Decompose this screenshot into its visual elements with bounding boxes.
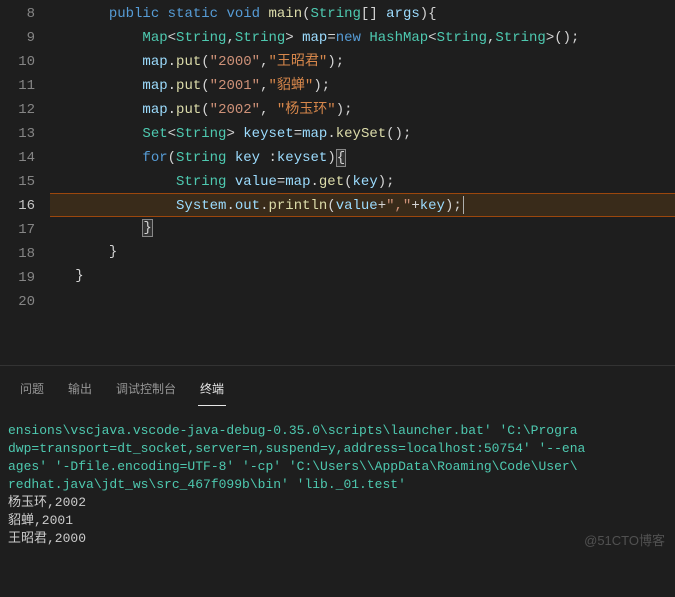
line-number: 13 [0, 122, 35, 146]
line-number: 8 [0, 2, 35, 26]
line-number: 12 [0, 98, 35, 122]
code-line[interactable]: map.put("2000","王昭君"); [50, 50, 675, 74]
line-gutter: 8 9 10 11 12 13 14 15 16 17 18 19 20 [0, 0, 50, 365]
code-editor[interactable]: 8 9 10 11 12 13 14 15 16 17 18 19 20 pub… [0, 0, 675, 365]
tab-problems[interactable]: 问题 [18, 376, 46, 406]
code-line-current[interactable]: System.out.println(value+","+key); [50, 193, 675, 217]
terminal-line: dwp=transport=dt_socket,server=n,suspend… [8, 440, 667, 458]
terminal-line: ensions\vscjava.vscode-java-debug-0.35.0… [8, 422, 667, 440]
code-line[interactable]: for(String key :keyset){ [50, 146, 675, 170]
line-number: 11 [0, 74, 35, 98]
code-line[interactable]: map.put("2001","貂蝉"); [50, 74, 675, 98]
code-line[interactable]: Map<String,String> map=new HashMap<Strin… [50, 26, 675, 50]
terminal-line: redhat.java\jdt_ws\src_467f099b\bin' 'li… [8, 476, 667, 494]
code-line[interactable] [50, 288, 675, 312]
panel-tabs: 问题 输出 调试控制台 终端 [0, 366, 675, 406]
line-number-current: 16 [0, 194, 35, 218]
code-line[interactable]: } [50, 264, 675, 288]
text-cursor [463, 196, 464, 214]
line-number: 10 [0, 50, 35, 74]
line-number: 20 [0, 290, 35, 314]
terminal-output: 王昭君,2000 [8, 530, 667, 548]
line-number: 18 [0, 242, 35, 266]
tab-terminal[interactable]: 终端 [198, 376, 226, 406]
code-line[interactable]: public static void main(String[] args){ [50, 2, 675, 26]
bottom-panel: 问题 输出 调试控制台 终端 ensions\vscjava.vscode-ja… [0, 365, 675, 558]
terminal-output: 杨玉环,2002 [8, 494, 667, 512]
code-line[interactable]: } [50, 240, 675, 264]
code-line[interactable]: Set<String> keyset=map.keySet(); [50, 122, 675, 146]
code-area[interactable]: public static void main(String[] args){ … [50, 0, 675, 365]
code-line[interactable]: String value=map.get(key); [50, 170, 675, 194]
code-line[interactable]: } [50, 216, 675, 240]
terminal-output: 貂蝉,2001 [8, 512, 667, 530]
line-number: 14 [0, 146, 35, 170]
line-number: 9 [0, 26, 35, 50]
code-line[interactable]: map.put("2002", "杨玉环"); [50, 98, 675, 122]
tab-output[interactable]: 输出 [66, 376, 94, 406]
terminal-content[interactable]: ensions\vscjava.vscode-java-debug-0.35.0… [0, 406, 675, 558]
terminal-line: ages' '-Dfile.encoding=UTF-8' '-cp' 'C:\… [8, 458, 667, 476]
tab-debug-console[interactable]: 调试控制台 [114, 376, 178, 406]
line-number: 15 [0, 170, 35, 194]
watermark: @51CTO博客 [584, 530, 665, 549]
line-number: 19 [0, 266, 35, 290]
line-number: 17 [0, 218, 35, 242]
